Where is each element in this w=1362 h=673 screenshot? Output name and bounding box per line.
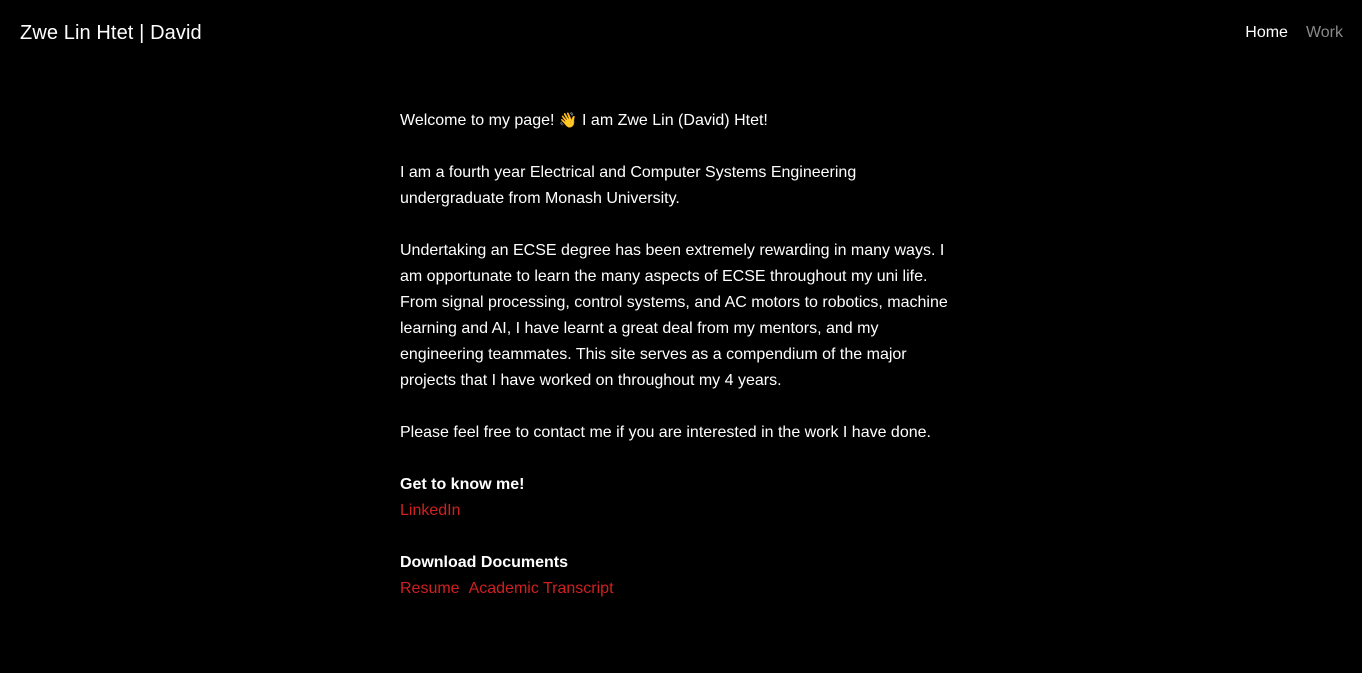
nav-home-link[interactable]: Home bbox=[1245, 23, 1288, 43]
top-navbar: Zwe Lin Htet | David Home Work bbox=[0, 0, 1362, 66]
documents-heading: Download Documents bbox=[400, 554, 569, 571]
social-links: LinkedIn bbox=[400, 498, 952, 524]
nav-work-link[interactable]: Work bbox=[1306, 23, 1343, 43]
bio-paragraph: I am a fourth year Electrical and Comput… bbox=[400, 164, 857, 207]
linkedin-link[interactable]: LinkedIn bbox=[400, 502, 461, 519]
main-content: Welcome to my page! 👋 I am Zwe Lin (Davi… bbox=[400, 107, 952, 628]
intro-text-start: Welcome to my page! bbox=[400, 112, 559, 129]
degree-paragraph: Undertaking an ECSE degree has been extr… bbox=[400, 242, 948, 389]
resume-link[interactable]: Resume bbox=[400, 580, 460, 597]
site-brand[interactable]: Zwe Lin Htet | David bbox=[20, 20, 202, 46]
contact-paragraph: Please feel free to contact me if you ar… bbox=[400, 424, 931, 441]
intro-text-end: I am Zwe Lin (David) Htet! bbox=[577, 112, 768, 129]
transcript-link[interactable]: Academic Transcript bbox=[469, 580, 614, 597]
waving-hand-icon: 👋 bbox=[558, 111, 578, 129]
document-links: Resume Academic Transcript bbox=[400, 576, 952, 602]
intro-text: Welcome to my page! 👋 I am Zwe Lin (Davi… bbox=[400, 107, 952, 134]
know-me-heading: Get to know me! bbox=[400, 476, 525, 493]
nav-menu: Home Work bbox=[1245, 23, 1343, 43]
